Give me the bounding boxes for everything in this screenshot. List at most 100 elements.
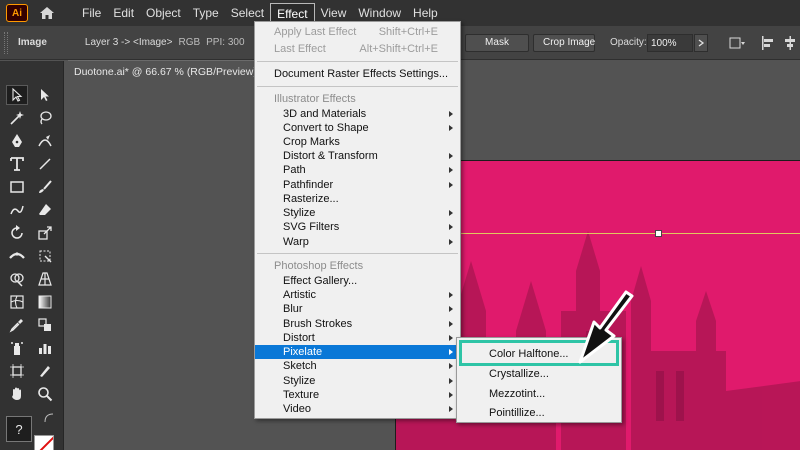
submenu-item-pointillize[interactable]: Pointillize...	[457, 404, 621, 422]
effect-dropdown-menu: Apply Last Effect Shift+Ctrl+E Last Effec…	[254, 21, 461, 419]
home-icon[interactable]	[36, 2, 58, 24]
submenu-item-mezzotint[interactable]: Mezzotint...	[457, 385, 621, 403]
submenu-arrow-icon	[449, 349, 453, 355]
menu-item-path[interactable]: Path	[255, 163, 460, 177]
selection-tool-icon[interactable]	[6, 85, 28, 105]
fill-swatch[interactable]	[34, 435, 54, 450]
slice-tool-icon[interactable]	[34, 361, 56, 381]
menu-object[interactable]: Object	[140, 3, 187, 23]
menu-item-sketch[interactable]: Sketch	[255, 359, 460, 373]
submenu-arrow-icon	[449, 239, 453, 245]
menu-item-stylize-photoshop[interactable]: Stylize	[255, 374, 460, 388]
menu-edit[interactable]: Edit	[107, 3, 140, 23]
menu-item-pathfinder[interactable]: Pathfinder	[255, 178, 460, 192]
shaper-tool-icon[interactable]	[6, 200, 28, 220]
help-question-icon[interactable]: ?	[6, 416, 32, 442]
align-left-icon[interactable]	[760, 35, 776, 51]
menu-item-video[interactable]: Video	[255, 402, 460, 416]
menu-item-rasterize[interactable]: Rasterize...	[255, 192, 460, 206]
line-segment-tool-icon[interactable]	[34, 154, 56, 174]
menu-item-blur[interactable]: Blur	[255, 302, 460, 316]
menu-item-distort[interactable]: Distort	[255, 331, 460, 345]
grip-icon	[4, 31, 8, 54]
zoom-tool-icon[interactable]	[34, 384, 56, 404]
hand-tool-icon[interactable]	[6, 384, 28, 404]
type-tool-icon[interactable]	[6, 154, 28, 174]
submenu-arrow-icon	[449, 153, 453, 159]
direct-selection-tool-icon[interactable]	[34, 85, 56, 105]
menu-item-texture[interactable]: Texture	[255, 388, 460, 402]
perspective-grid-tool-icon[interactable]	[34, 269, 56, 289]
selection-handle[interactable]	[655, 230, 662, 237]
eraser-tool-icon[interactable]	[34, 200, 56, 220]
menu-separator	[257, 86, 458, 87]
submenu-arrow-icon	[449, 182, 453, 188]
menu-item-distort-transform[interactable]: Distort & Transform	[255, 149, 460, 163]
swap-fill-stroke-icon[interactable]	[44, 413, 54, 423]
menu-type[interactable]: Type	[187, 3, 225, 23]
document-tab[interactable]: Duotone.ai* @ 66.67 % (RGB/Preview)	[68, 60, 260, 82]
submenu-arrow-icon	[449, 392, 453, 398]
submenu-arrow-icon	[449, 167, 453, 173]
rectangle-tool-icon[interactable]	[6, 177, 28, 197]
menu-item-3d-and-materials[interactable]: 3D and Materials	[255, 107, 460, 121]
menu-item-artistic[interactable]: Artistic	[255, 288, 460, 302]
submenu-arrow-icon	[449, 210, 453, 216]
layer-info-link[interactable]: Layer 3 -> <Image>	[85, 37, 173, 48]
lasso-tool-icon[interactable]	[34, 108, 56, 128]
pen-tool-icon[interactable]	[6, 131, 28, 151]
menu-item-document-raster-effects-settings[interactable]: Document Raster Effects Settings...	[255, 67, 460, 81]
menu-item-last-effect: Last Effect Alt+Shift+Ctrl+E	[274, 43, 438, 55]
width-tool-icon[interactable]	[6, 246, 28, 266]
symbol-sprayer-tool-icon[interactable]	[6, 338, 28, 358]
free-transform-tool-icon[interactable]	[34, 246, 56, 266]
opacity-label: Opacity:	[610, 37, 647, 48]
menu-item-warp[interactable]: Warp	[255, 235, 460, 249]
menu-item-stylize[interactable]: Stylize	[255, 206, 460, 220]
menu-item-apply-last-effect: Apply Last Effect Shift+Ctrl+E	[274, 26, 438, 38]
chevron-right-icon[interactable]	[694, 34, 708, 52]
menu-window[interactable]: Window	[352, 3, 407, 23]
submenu-arrow-icon	[449, 363, 453, 369]
menu-effect[interactable]: Effect	[270, 3, 315, 23]
menu-help[interactable]: Help	[407, 3, 444, 23]
curvature-tool-icon[interactable]	[34, 131, 56, 151]
submenu-arrow-icon	[449, 406, 453, 412]
menu-item-svg-filters[interactable]: SVG Filters	[255, 220, 460, 234]
submenu-arrow-icon	[449, 378, 453, 384]
rotate-tool-icon[interactable]	[6, 223, 28, 243]
submenu-arrow-icon	[449, 306, 453, 312]
submenu-arrow-icon	[449, 321, 453, 327]
align-center-icon[interactable]	[782, 35, 798, 51]
menu-item-pixelate[interactable]: Pixelate	[255, 345, 460, 359]
submenu-arrow-icon	[449, 292, 453, 298]
submenu-arrow-icon	[449, 125, 453, 131]
submenu-arrow-icon	[449, 111, 453, 117]
magic-wand-tool-icon[interactable]	[6, 108, 28, 128]
color-mode-label: RGB	[178, 37, 201, 48]
shape-builder-tool-icon[interactable]	[6, 269, 28, 289]
eyedropper-tool-icon[interactable]	[6, 315, 28, 335]
mask-button[interactable]: Mask	[465, 33, 529, 52]
transform-options-icon[interactable]	[728, 35, 746, 51]
menu-item-crop-marks[interactable]: Crop Marks	[255, 135, 460, 149]
menu-item-convert-to-shape[interactable]: Convert to Shape	[255, 121, 460, 135]
menu-item-effect-gallery[interactable]: Effect Gallery...	[255, 274, 460, 288]
selection-type-label: Image	[18, 37, 47, 48]
opacity-input[interactable]	[647, 34, 693, 52]
menu-file[interactable]: File	[76, 3, 107, 23]
artboard-tool-icon[interactable]	[6, 361, 28, 381]
paintbrush-tool-icon[interactable]	[34, 177, 56, 197]
scale-tool-icon[interactable]	[34, 223, 56, 243]
column-graph-tool-icon[interactable]	[34, 338, 56, 358]
photoshop-effects-header: Photoshop Effects	[274, 260, 364, 272]
illustrator-logo: Ai	[6, 4, 28, 22]
ppi-label: PPI: 300	[206, 37, 245, 48]
menu-item-brush-strokes[interactable]: Brush Strokes	[255, 317, 460, 331]
menu-view[interactable]: View	[315, 3, 353, 23]
gradient-tool-icon[interactable]	[34, 292, 56, 312]
blend-tool-icon[interactable]	[34, 315, 56, 335]
crop-image-button[interactable]: Crop Image	[533, 33, 595, 52]
menu-select[interactable]: Select	[225, 3, 270, 23]
mesh-tool-icon[interactable]	[6, 292, 28, 312]
